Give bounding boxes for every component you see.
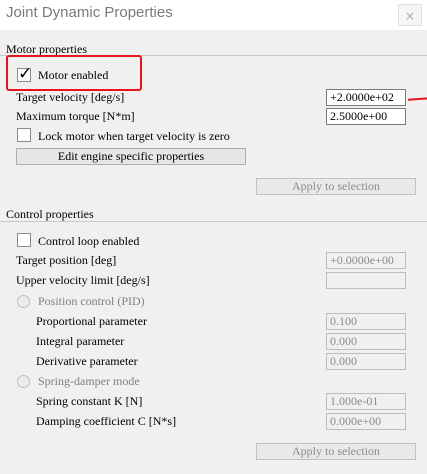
proportional-parameter-field[interactable]: 0.100 (326, 313, 406, 330)
spring-constant-label: Spring constant K [N] (36, 394, 143, 408)
target-position-label: Target position [deg] (16, 253, 117, 267)
upper-velocity-limit-label: Upper velocity limit [deg/s] (16, 273, 150, 287)
control-loop-label: Control loop enabled (38, 234, 140, 248)
spring-damper-radio[interactable] (17, 375, 30, 388)
window-title: Joint Dynamic Properties (6, 4, 173, 21)
damping-coefficient-label: Damping coefficient C [N*s] (36, 414, 177, 428)
spring-constant-field[interactable]: 1.000e-01 (326, 393, 406, 410)
damping-coefficient-field[interactable]: 0.000e+00 (326, 413, 406, 430)
upper-velocity-limit-field[interactable] (326, 272, 406, 289)
control-loop-checkbox[interactable] (17, 233, 31, 247)
edit-engine-properties-button[interactable]: Edit engine specific properties (16, 148, 246, 165)
control-apply-to-selection-button[interactable]: Apply to selection (256, 443, 416, 460)
close-icon[interactable]: × (398, 4, 422, 26)
annotation-highlight-box (6, 55, 142, 91)
position-control-radio[interactable] (17, 295, 30, 308)
derivative-parameter-label: Derivative parameter (36, 354, 138, 368)
integral-parameter-label: Integral parameter (36, 334, 125, 348)
target-velocity-label: Target velocity [deg/s] (16, 90, 125, 104)
target-velocity-field[interactable]: +2.0000e+02 (326, 89, 406, 106)
target-position-field[interactable]: +0.0000e+00 (326, 252, 406, 269)
control-properties-title: Control properties (6, 207, 94, 221)
lock-motor-label: Lock motor when target velocity is zero (38, 129, 230, 143)
lock-motor-checkbox[interactable] (17, 128, 31, 142)
annotation-underline-mark (407, 97, 427, 101)
motor-apply-to-selection-button[interactable]: Apply to selection (256, 178, 416, 195)
integral-parameter-field[interactable]: 0.000 (326, 333, 406, 350)
control-section-divider (0, 221, 427, 222)
spring-damper-label: Spring-damper mode (38, 374, 140, 388)
proportional-parameter-label: Proportional parameter (36, 314, 147, 328)
derivative-parameter-field[interactable]: 0.000 (326, 353, 406, 370)
maximum-torque-label: Maximum torque [N*m] (16, 109, 135, 123)
position-control-label: Position control (PID) (38, 294, 145, 308)
maximum-torque-field[interactable]: 2.5000e+00 (326, 108, 406, 125)
